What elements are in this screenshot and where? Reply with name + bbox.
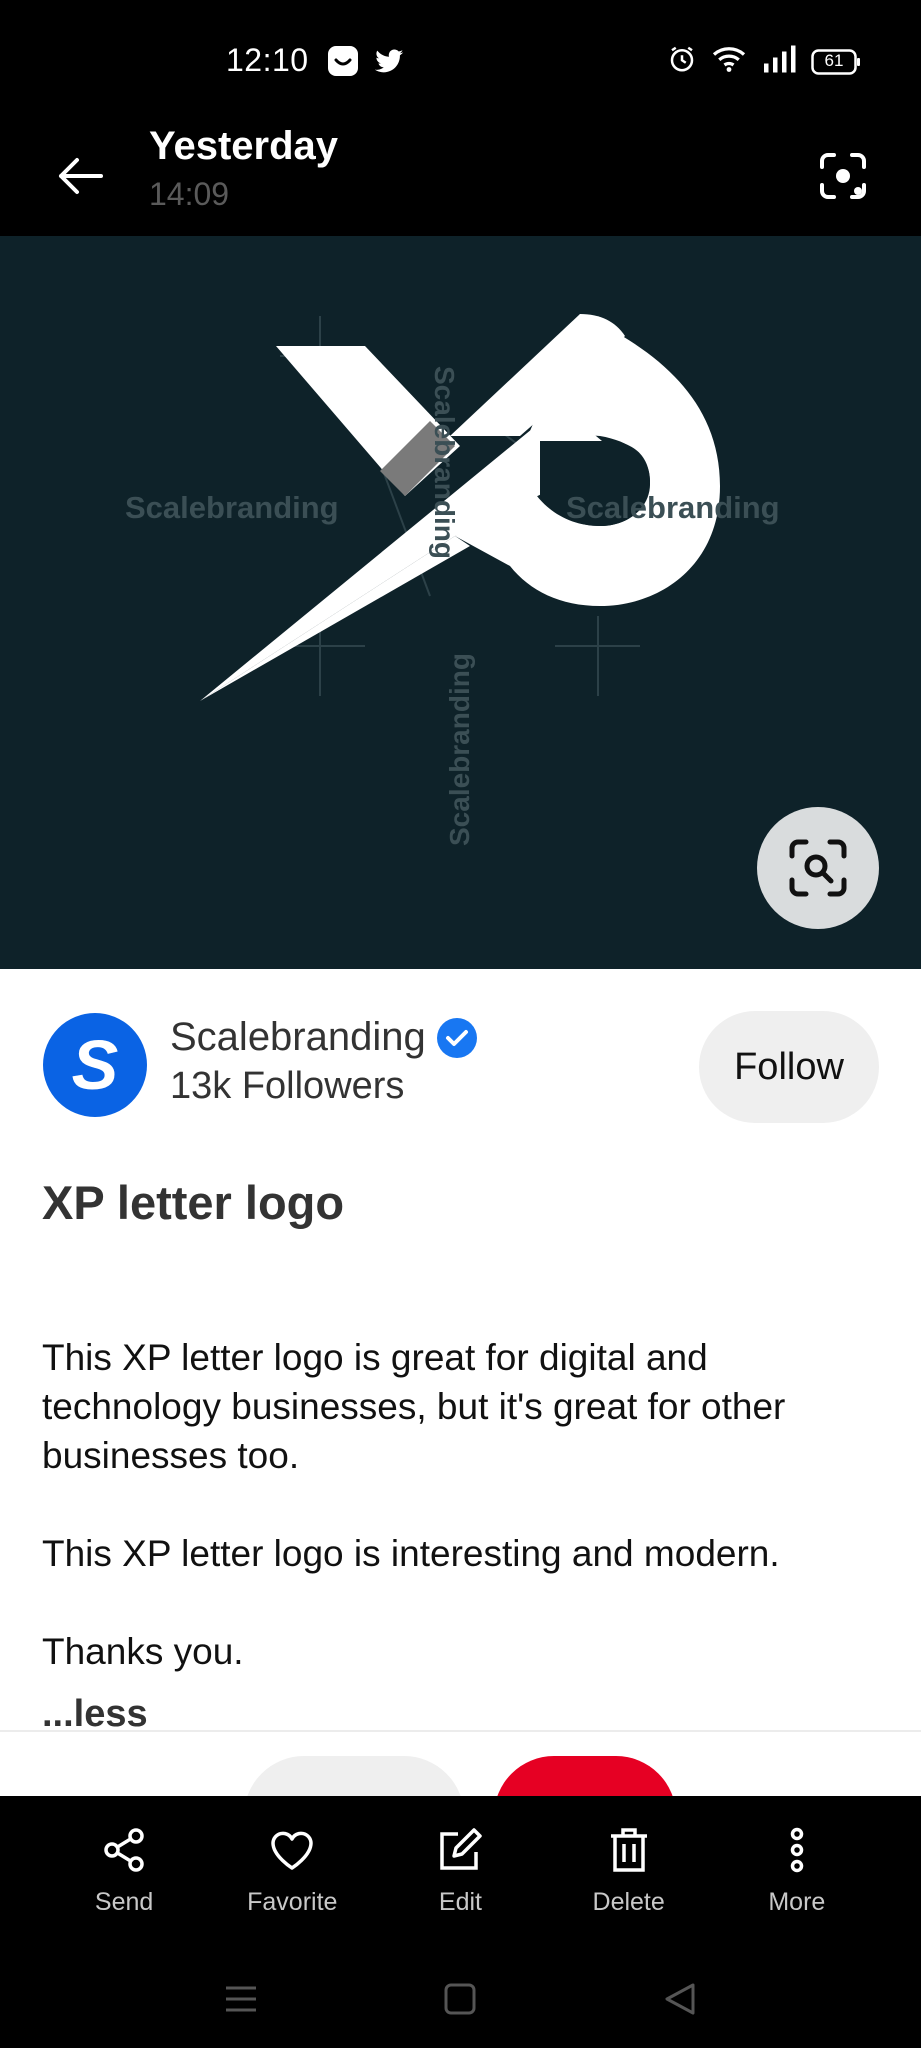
more-button[interactable]: More [727, 1796, 867, 1946]
recents-button[interactable] [216, 1974, 266, 2024]
lens-button[interactable] [811, 144, 875, 208]
watermark-text: Scalebranding [566, 490, 780, 525]
pin-description: This XP letter logo is great for digital… [42, 1333, 892, 1676]
watermark-text: Scalebranding [125, 490, 339, 525]
triangle-back-icon [665, 1983, 695, 2015]
signal-icon [761, 44, 797, 79]
description-paragraph: This XP letter logo is great for digital… [42, 1337, 786, 1476]
pin-details: S Scalebranding 13k Followers Follow XP … [0, 969, 921, 1735]
arrow-left-icon [59, 158, 103, 194]
creator-followers: 13k Followers [170, 1065, 405, 1107]
more-vertical-icon [790, 1827, 804, 1873]
pin-image[interactable]: Scalebranding Scalebranding Scalebrandin… [0, 236, 921, 969]
battery-level: 61 [824, 50, 844, 70]
visual-search-button[interactable] [757, 807, 879, 929]
system-nav-bar [0, 1946, 921, 2048]
favorite-button[interactable]: Favorite [222, 1796, 362, 1946]
header-title: Yesterday [149, 124, 339, 168]
more-label: More [768, 1888, 826, 1916]
edit-icon [440, 1828, 483, 1870]
delete-label: Delete [592, 1888, 665, 1916]
watermark-text: Scalebranding [444, 653, 475, 846]
creator-name-row[interactable]: Scalebranding [170, 1015, 478, 1060]
creator-name[interactable]: Scalebranding [170, 1015, 426, 1060]
alarm-icon [667, 44, 697, 79]
battery-icon: 61 [811, 48, 861, 75]
visual-search-icon [789, 839, 847, 897]
description-paragraph: Thanks you. [42, 1631, 244, 1672]
delete-button[interactable]: Delete [559, 1796, 699, 1946]
peek-strip [0, 1732, 921, 1796]
lens-icon [820, 153, 866, 199]
share-icon [104, 1828, 144, 1872]
face-app-icon [326, 44, 360, 83]
secondary-button-peek[interactable] [244, 1756, 464, 1796]
follow-button[interactable]: Follow [699, 1011, 879, 1123]
status-time: 12:10 [226, 42, 309, 78]
send-label: Send [94, 1888, 154, 1916]
avatar[interactable]: S [43, 1013, 147, 1117]
watermark-text: Scalebranding [429, 366, 460, 559]
status-bar: 12:10 61 [0, 0, 921, 120]
trash-icon [610, 1828, 647, 1872]
header: Yesterday 14:09 [0, 120, 921, 236]
heart-icon [271, 1831, 314, 1870]
wifi-icon [711, 44, 747, 79]
favorite-label: Favorite [247, 1888, 338, 1916]
description-paragraph: This XP letter logo is interesting and m… [42, 1533, 780, 1574]
home-button[interactable] [435, 1974, 485, 2024]
action-bar: Send Favorite Edit Delete More [0, 1796, 921, 1946]
avatar-letter: S [71, 1026, 119, 1104]
edit-button[interactable]: Edit [390, 1796, 530, 1946]
menu-icon [226, 1986, 256, 2012]
twitter-icon [372, 44, 406, 83]
pin-title: XP letter logo [42, 1176, 345, 1229]
square-icon [444, 1983, 476, 2015]
back-button[interactable] [50, 146, 110, 206]
send-button[interactable]: Send [54, 1796, 194, 1946]
back-nav-button[interactable] [655, 1974, 705, 2024]
header-subtitle: 14:09 [149, 176, 230, 212]
edit-label: Edit [438, 1888, 483, 1916]
verified-badge-icon [436, 1017, 477, 1058]
save-button-peek[interactable] [494, 1756, 676, 1796]
